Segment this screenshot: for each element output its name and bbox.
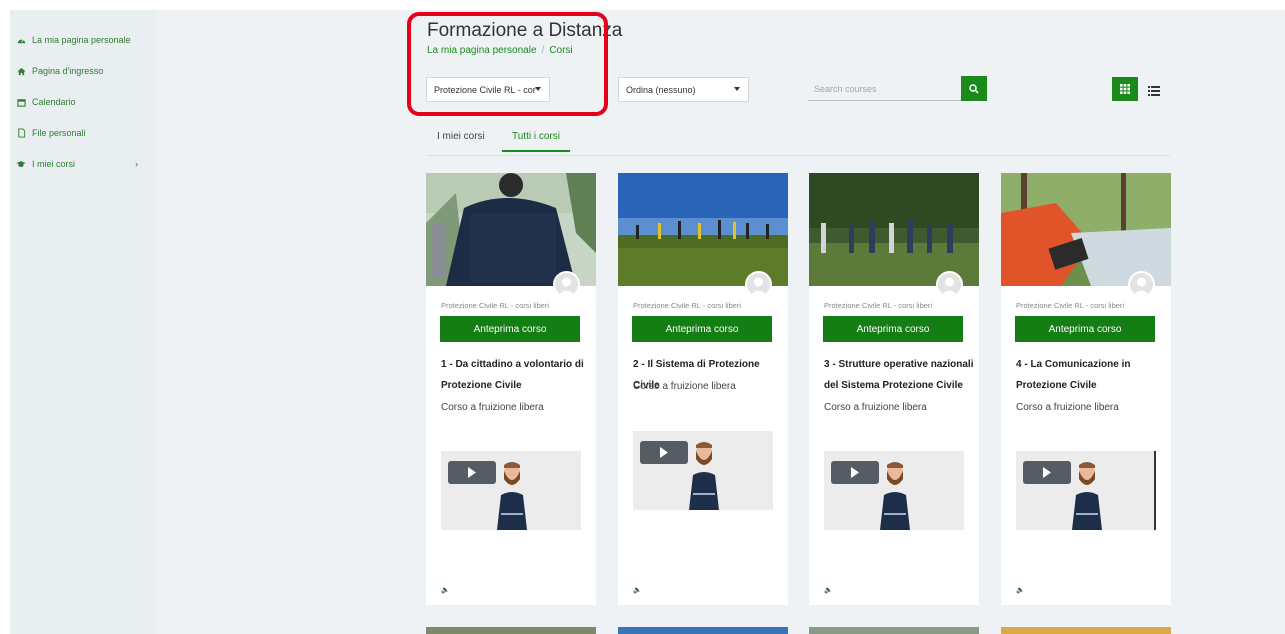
course-video-thumbnail[interactable] (1016, 451, 1156, 530)
preview-course-button[interactable]: Anteprima corso (823, 316, 963, 342)
search-icon (969, 83, 979, 94)
course-category: Protezione Civile RL - corsi liberi (633, 301, 742, 310)
graduation-cap-icon (10, 160, 32, 168)
course-category: Protezione Civile RL - corsi liberi (824, 301, 933, 310)
speaker-icon[interactable]: 🔈 (1016, 586, 1025, 594)
course-video-thumbnail[interactable] (441, 451, 581, 530)
grid-view-button[interactable] (1112, 77, 1138, 101)
sort-select-value: Ordina (nessuno) (626, 84, 696, 95)
sidebar-item-calendar[interactable]: Calendario (10, 92, 156, 112)
course-video-thumbnail[interactable] (633, 431, 773, 510)
preview-course-button[interactable]: Anteprima corso (1015, 316, 1155, 342)
sidebar-item-label: Calendario (32, 97, 76, 107)
course-summary: Corso a fruizione libera (441, 402, 544, 413)
speaker-icon[interactable]: 🔈 (441, 586, 450, 594)
course-card: Protezione Civile RL - corsi liberi Ante… (618, 173, 788, 605)
course-card: Protezione Civile RL - corsi liberi Ante… (1001, 173, 1171, 605)
sidebar-item-label: File personali (32, 128, 86, 138)
course-video-thumbnail[interactable] (824, 451, 964, 530)
avatar (553, 271, 580, 298)
sort-select[interactable]: Ordina (nessuno) (618, 77, 749, 102)
speaker-icon[interactable]: 🔈 (633, 586, 642, 594)
preview-course-button[interactable]: Anteprima corso (440, 316, 580, 342)
course-card: Protezione Civile RL - corsi liberi Ante… (809, 173, 979, 605)
tab-my-courses[interactable]: I miei corsi (437, 131, 485, 142)
sidebar-item-label: I miei corsi (32, 159, 76, 169)
speaker-icon[interactable]: 🔈 (824, 586, 833, 594)
course-card-partial (618, 627, 788, 634)
home-icon (10, 67, 32, 76)
course-summary: Corso a fruizione libera (824, 402, 927, 413)
tabs-divider (426, 155, 1170, 156)
sidebar-item-dashboard[interactable]: La mia pagina personale (10, 30, 156, 50)
avatar (936, 271, 963, 298)
course-name[interactable]: 4 - La Comunicazione in Protezione Civil… (1016, 354, 1166, 396)
calendar-icon (10, 98, 32, 107)
sidebar-item-my-courses[interactable]: I miei corsi › (10, 154, 156, 174)
course-name[interactable]: 3 - Strutture operative nazionali del Si… (824, 354, 974, 396)
list-icon (1148, 86, 1160, 96)
chevron-right-icon: › (135, 159, 138, 169)
course-name[interactable]: 1 - Da cittadino a volontario di Protezi… (441, 354, 591, 396)
search-button[interactable] (961, 76, 987, 101)
course-image[interactable] (809, 173, 979, 286)
course-card-partial (809, 627, 979, 634)
search-placeholder: Search courses (814, 83, 877, 94)
course-category: Protezione Civile RL - corsi liberi (1016, 301, 1125, 310)
tab-all-courses[interactable]: Tutti i corsi (502, 131, 570, 152)
course-card-partial (1001, 627, 1171, 634)
course-image[interactable] (618, 173, 788, 286)
search-input[interactable]: Search courses (808, 77, 961, 101)
course-summary: Corso a fruizione libera (633, 381, 736, 392)
course-image[interactable] (426, 173, 596, 286)
course-image[interactable] (1001, 173, 1171, 286)
caret-down-icon (734, 87, 740, 91)
sidebar-item-files[interactable]: File personali (10, 123, 156, 143)
list-view-button[interactable] (1148, 83, 1162, 96)
avatar (745, 271, 772, 298)
sidebar-item-label: Pagina d'ingresso (32, 66, 104, 76)
avatar (1128, 271, 1155, 298)
grid-icon (1120, 84, 1130, 94)
file-icon (10, 128, 32, 138)
sidebar-item-home[interactable]: Pagina d'ingresso (10, 61, 156, 81)
course-card-partial (426, 627, 596, 634)
highlight-box (407, 12, 608, 116)
sidebar-item-label: La mia pagina personale (32, 35, 131, 45)
course-card: Protezione Civile RL - corsi liberi Ante… (426, 173, 596, 605)
course-category: Protezione Civile RL - corsi liberi (441, 301, 550, 310)
dashboard-icon (10, 36, 32, 45)
course-summary: Corso a fruizione libera (1016, 402, 1119, 413)
sidebar: La mia pagina personale Pagina d'ingress… (10, 10, 156, 634)
preview-course-button[interactable]: Anteprima corso (632, 316, 772, 342)
